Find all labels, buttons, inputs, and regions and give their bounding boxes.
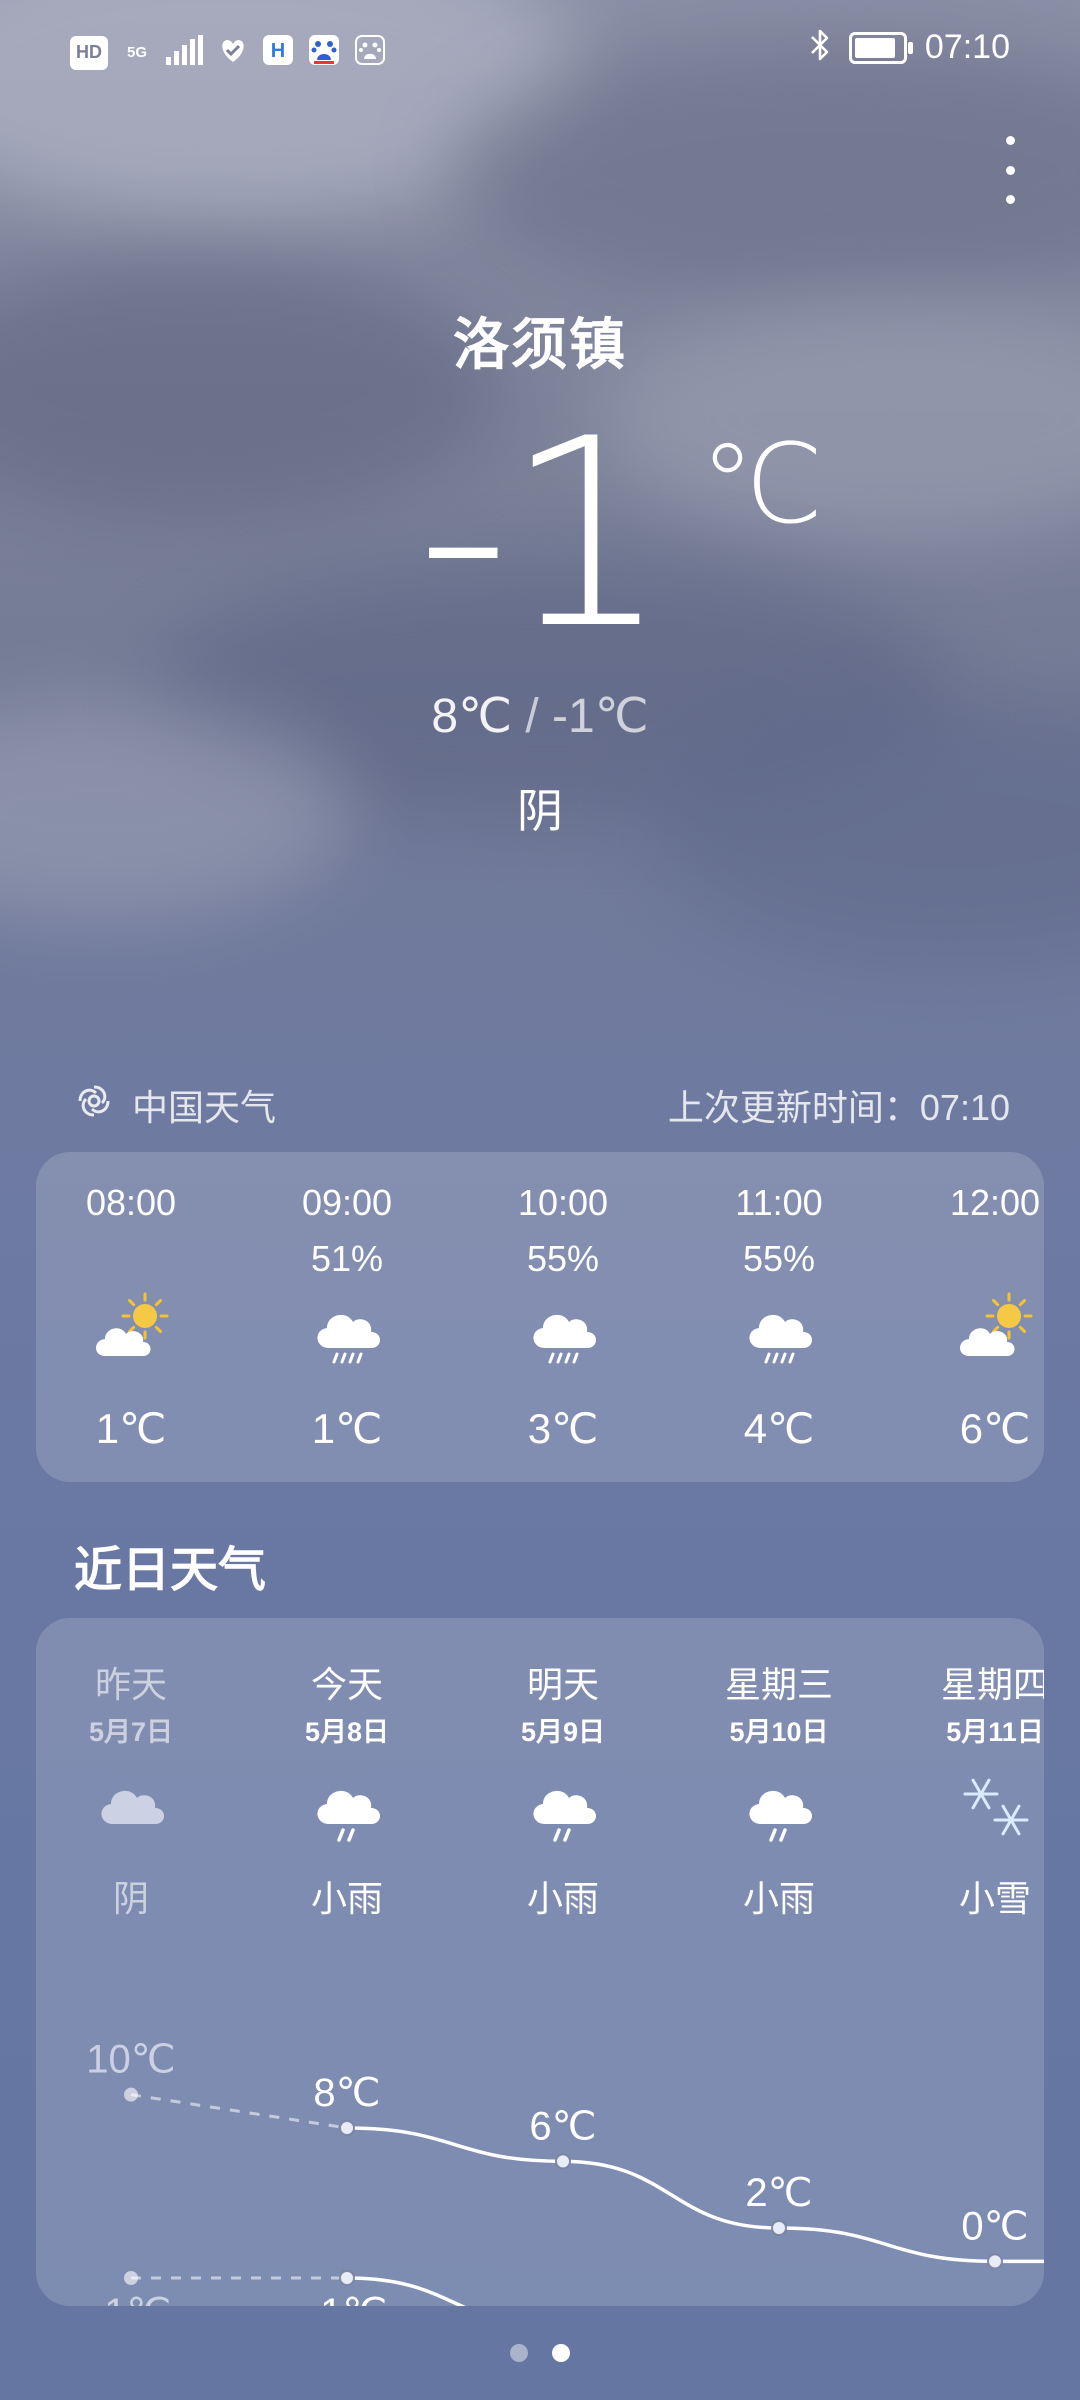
- high-temp-label: 0℃: [961, 2204, 1028, 2248]
- temperature-trend-chart: 10℃8℃6℃2℃0℃-1℃-1℃-4℃-4℃-4℃: [86, 2038, 1044, 2306]
- hourly-precipitation: 55%: [526, 1238, 600, 1279]
- baidu-app-icon: [308, 34, 340, 71]
- high_value-point: [987, 2253, 1003, 2270]
- svg-text:H: H: [271, 40, 285, 62]
- hourly-time: 11:00: [735, 1182, 823, 1223]
- last-update-time: 上次更新时间：07:10: [667, 1087, 1010, 1128]
- temperature-range: 8℃ / -1℃: [0, 688, 1080, 744]
- current-temperature-block: -1: [0, 405, 1080, 665]
- status-bar-left: HD 5G H: [70, 34, 386, 71]
- hourly-temperature: 1℃: [95, 1405, 167, 1452]
- h-app-icon: H: [262, 34, 294, 71]
- page-dot[interactable]: [510, 2344, 528, 2362]
- low-temp-label: -1℃: [91, 2291, 172, 2306]
- china-weather-logo-icon: [74, 1081, 114, 1130]
- baidu-outline-app-icon: [354, 34, 386, 71]
- high_value-trend-line: [346, 2126, 1044, 2264]
- rain-cloud-icon: [307, 1290, 387, 1370]
- hourly-time: 09:00: [301, 1182, 393, 1223]
- temperature-unit: ℃: [700, 423, 824, 546]
- page-indicator: [0, 2344, 1080, 2362]
- partly-sunny-icon: [955, 1290, 1035, 1370]
- heart-app-icon: [218, 35, 248, 70]
- signal-icon: [166, 35, 204, 70]
- hourly-forecast-card[interactable]: 08:00 1℃ 09:00 51% 1℃ 10:00 55% 3℃ 11:00…: [36, 1152, 1044, 1482]
- data-source[interactable]: 中国天气: [74, 1079, 276, 1131]
- status-bar: HD 5G H 07:10: [0, 0, 1080, 104]
- daily-forecast-title: 近日天气: [74, 1544, 267, 1597]
- daily-forecast-card[interactable]: 昨天 5月7日 阴 今天 5月8日 小雨 明天 5月9日 小雨 星期三 5月10…: [36, 1618, 1044, 2306]
- rain-cloud-icon: [739, 1290, 819, 1370]
- partly-sunny-icon: [91, 1290, 171, 1370]
- low_value-point: [124, 2271, 138, 2285]
- current-temperature: -1: [416, 384, 669, 686]
- data-source-row: 中国天气 上次更新时间：07:10: [74, 1080, 1010, 1130]
- hd-indicator: HD: [70, 35, 108, 70]
- high-temp-label: 10℃: [86, 2038, 175, 2082]
- low_value-point: [339, 2270, 355, 2286]
- range-separator: /: [525, 690, 539, 743]
- high_value-point: [771, 2220, 787, 2236]
- page-dot[interactable]: [552, 2344, 570, 2362]
- hourly-time: 08:00: [85, 1182, 177, 1223]
- high_value-point: [339, 2120, 355, 2136]
- high-temp-label: 2℃: [745, 2171, 812, 2215]
- high_value-point: [555, 2153, 571, 2170]
- rain-cloud-icon: [523, 1290, 603, 1370]
- current-condition: 阴: [517, 785, 563, 837]
- more-options-button[interactable]: [990, 130, 1030, 210]
- today-low: -1℃: [552, 690, 649, 743]
- battery-icon: [848, 31, 913, 64]
- low-temp-label: -1℃: [307, 2291, 388, 2306]
- bluetooth-icon: [809, 28, 831, 67]
- city-name[interactable]: 洛须镇: [0, 300, 1080, 381]
- hourly-temperature: 1℃: [311, 1405, 383, 1452]
- high_value-point: [124, 2087, 138, 2102]
- more-dots-icon: [1005, 136, 1015, 145]
- hourly-precipitation: 51%: [310, 1238, 384, 1279]
- hourly-time: 10:00: [517, 1182, 609, 1223]
- hourly-time: 12:00: [949, 1182, 1041, 1223]
- today-high: 8℃: [431, 690, 512, 743]
- hourly-temperature: 3℃: [527, 1405, 599, 1452]
- high-temp-label: 8℃: [313, 2071, 380, 2115]
- network-5g-indicator: 5G: [126, 44, 147, 61]
- status-time: 07:10: [924, 28, 1010, 66]
- hourly-precipitation: 55%: [742, 1238, 816, 1279]
- status-bar-right: 07:10: [809, 28, 1010, 67]
- data-source-name: 中国天气: [132, 1087, 277, 1128]
- hourly-temperature: 6℃: [959, 1405, 1031, 1452]
- high-temp-label: 6℃: [529, 2104, 596, 2148]
- low_value-trend-line: [346, 2276, 466, 2306]
- hourly-temperature: 4℃: [743, 1405, 815, 1452]
